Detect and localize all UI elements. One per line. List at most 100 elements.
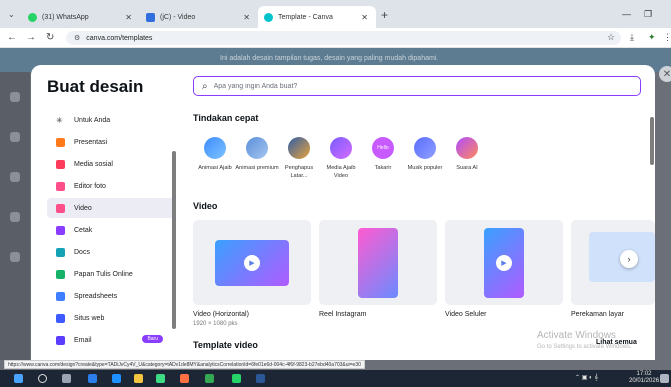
- word-icon[interactable]: [256, 374, 265, 383]
- activate-windows-title: Activate Windows: [537, 330, 616, 341]
- address-bar[interactable]: ⚙ canva.com/templates: [66, 31, 621, 45]
- sidebar-item-papan-tulis[interactable]: Papan Tulis Online: [47, 264, 175, 284]
- video-card-label: Perekaman layar: [571, 311, 624, 318]
- sidebar-item-media-sosial[interactable]: Media sosial: [47, 154, 175, 174]
- presentation-icon: [56, 137, 65, 147]
- clock[interactable]: 17:02 20/01/2026: [629, 371, 659, 385]
- main-scrollbar[interactable]: [650, 117, 654, 165]
- left-rail: [0, 72, 30, 360]
- clock-date: 20/01/2026: [629, 378, 660, 384]
- app-icon[interactable]: [156, 374, 165, 383]
- search-input[interactable]: [213, 82, 614, 90]
- rail-icon: [10, 212, 20, 222]
- browser-toolbar: ← → ↻ ⚙ canva.com/templates ☆ ⤓ ✦ ⋮: [0, 28, 671, 48]
- search-icon[interactable]: [38, 374, 47, 383]
- camera-icon: [56, 181, 65, 191]
- video-card-label: Video (Horizontal): [193, 311, 249, 318]
- video-card-mobile[interactable]: ▶: [445, 220, 563, 305]
- quick-action-musik-populer[interactable]: Musik populer: [403, 137, 447, 172]
- sidebar-item-spreadsheets[interactable]: Spreadsheets: [47, 286, 175, 306]
- new-tab-button[interactable]: +: [381, 8, 388, 22]
- rail-icon: [10, 92, 20, 102]
- play-icon: ▶: [244, 255, 260, 271]
- activate-windows-subtitle: Go to Settings to activate Windows.: [537, 344, 632, 350]
- captions-icon: Hello: [372, 137, 394, 159]
- sidebar-item-video[interactable]: Video: [47, 198, 175, 218]
- category-sidebar: ✳ Untuk Anda Presentasi Media sosial Edi…: [47, 110, 175, 355]
- url-text: canva.com/templates: [86, 34, 153, 42]
- minimize-button[interactable]: —: [622, 9, 631, 19]
- download-icon[interactable]: ⤓: [630, 32, 634, 43]
- docs-icon: [56, 247, 65, 257]
- site-info-icon[interactable]: ⚙: [74, 34, 80, 42]
- quick-action-label: Animasi Ajaib: [198, 165, 232, 171]
- task-view-icon[interactable]: [62, 374, 71, 383]
- bookmark-star-icon[interactable]: ☆: [607, 32, 615, 43]
- video-card-screen-recording[interactable]: [571, 220, 655, 305]
- close-tab-icon[interactable]: ✕: [125, 13, 132, 22]
- chrome-icon[interactable]: [205, 374, 214, 383]
- edge-icon[interactable]: [88, 374, 97, 383]
- sidebar-item-situs-web[interactable]: Situs web: [47, 308, 175, 328]
- quick-action-media-ajaib[interactable]: Media Ajaib Video: [319, 137, 363, 180]
- email-icon: [56, 335, 65, 345]
- whatsapp-icon[interactable]: [232, 374, 241, 383]
- quick-action-label: Animasi premium: [235, 165, 279, 171]
- tab-whatsapp[interactable]: (31) WhatsApp ✕: [22, 6, 140, 28]
- play-icon: ▶: [496, 255, 512, 271]
- sidebar-item-untuk-anda[interactable]: ✳ Untuk Anda: [47, 110, 175, 130]
- close-tab-icon[interactable]: ✕: [361, 13, 368, 22]
- quick-action-takarir[interactable]: Hello Takarir: [361, 137, 405, 172]
- tray-icons[interactable]: ⌃ ▣ ◐ 𝄞: [575, 374, 598, 382]
- explorer-icon[interactable]: [112, 374, 121, 383]
- design-search-box[interactable]: ⌕: [193, 76, 641, 96]
- menu-dots-icon[interactable]: ⋮: [663, 32, 671, 43]
- quick-action-suara-ai[interactable]: Suara AI: [445, 137, 489, 172]
- quick-action-label: Suara AI: [456, 165, 478, 171]
- video-card-reel[interactable]: [319, 220, 437, 305]
- forward-arrow-icon[interactable]: →: [26, 32, 36, 43]
- sidebar-item-label: Untuk Anda: [74, 116, 111, 124]
- rail-icon: [10, 252, 20, 262]
- sidebar-item-email[interactable]: Email Baru: [47, 330, 175, 350]
- sidebar-item-cetak[interactable]: Cetak: [47, 220, 175, 240]
- reload-icon[interactable]: ↻: [46, 32, 54, 43]
- tab-video[interactable]: (jC) - Video ✕: [140, 6, 258, 28]
- banner-text: Ini adalah desain tampilan tugas, desain…: [220, 55, 439, 62]
- quick-action-penghapus-latar[interactable]: Penghapus Latar...: [277, 137, 321, 180]
- sidebar-item-docs[interactable]: Docs: [47, 242, 175, 262]
- sidebar-item-label: Docs: [74, 248, 90, 256]
- video-card-size: 1920 × 1080 pks: [193, 321, 238, 327]
- ai-voice-icon: [456, 137, 478, 159]
- back-arrow-icon[interactable]: ←: [7, 32, 17, 43]
- quick-action-animasi-ajaib[interactable]: Animasi Ajaib: [193, 137, 237, 172]
- magic-animate-icon: [204, 137, 226, 159]
- reel-thumbnail: [358, 228, 398, 298]
- browser-window: ⌄ (31) WhatsApp ✕ (jC) - Video ✕ Templat…: [0, 0, 671, 387]
- sidebar-item-editor-foto[interactable]: Editor foto: [47, 176, 175, 196]
- tab-label: (jC) - Video: [160, 13, 196, 21]
- rail-icon: [10, 172, 20, 182]
- sidebar-scrollbar[interactable]: [172, 151, 176, 329]
- close-modal-icon[interactable]: ✕: [659, 66, 671, 82]
- search-icon: ⌕: [202, 80, 208, 92]
- quick-action-label: Media Ajaib Video: [326, 165, 356, 179]
- tab-canva[interactable]: Template - Canva ✕: [258, 6, 376, 28]
- maximize-button[interactable]: ❐: [644, 9, 652, 20]
- close-tab-icon[interactable]: ✕: [243, 13, 250, 22]
- whiteboard-icon: [56, 269, 65, 279]
- quick-action-animasi-premium[interactable]: Animasi premium: [235, 137, 279, 172]
- store-icon[interactable]: [134, 374, 143, 383]
- carousel-next-button[interactable]: ›: [620, 250, 638, 268]
- clock-time: 17:02: [636, 371, 652, 377]
- sidebar-item-label: Video: [74, 204, 92, 212]
- notification-icon[interactable]: [660, 374, 669, 383]
- new-badge: Baru: [142, 335, 163, 343]
- sidebar-item-presentasi[interactable]: Presentasi: [47, 132, 175, 152]
- extension-icon[interactable]: ✦: [648, 32, 656, 43]
- app-icon[interactable]: [180, 374, 189, 383]
- windows-start-icon[interactable]: [14, 374, 23, 383]
- tab-search-chevron-icon[interactable]: ⌄: [8, 10, 15, 19]
- spreadsheet-icon: [56, 291, 65, 301]
- video-card-horizontal[interactable]: ▶: [193, 220, 311, 305]
